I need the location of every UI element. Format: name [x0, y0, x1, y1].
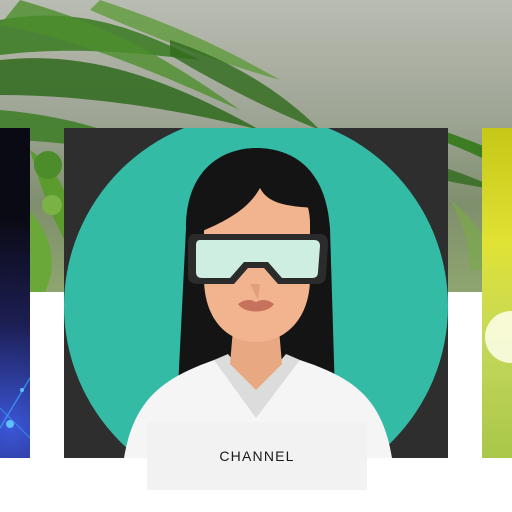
- channel-label: CHANNEL: [219, 448, 295, 464]
- bokeh-highlight: [485, 311, 512, 363]
- left-card-image[interactable]: [0, 128, 30, 458]
- channel-card[interactable]: [64, 128, 448, 458]
- right-card-image[interactable]: [482, 128, 512, 458]
- avatar-illustration: [64, 128, 448, 458]
- channel-label-button[interactable]: CHANNEL: [147, 422, 367, 490]
